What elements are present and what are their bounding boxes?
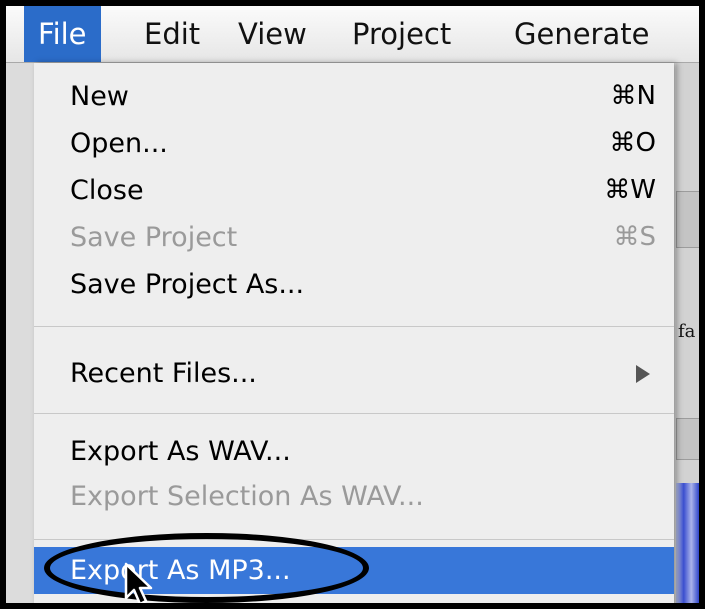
annotation-ellipse (44, 533, 369, 603)
menu-item-save-project: Save Project ⌘S (34, 214, 674, 261)
menu-item-label: Save Project As... (70, 269, 305, 300)
menu-item-label: Export As WAV... (70, 436, 291, 467)
menu-item-new[interactable]: New ⌘N (34, 73, 674, 120)
menubar-generate[interactable]: Generate (514, 6, 649, 62)
menu-item-recent-files[interactable]: Recent Files... (34, 350, 674, 397)
background-partial-text: fa (678, 321, 696, 342)
menubar-view[interactable]: View (238, 6, 307, 62)
menubar-project[interactable]: Project (352, 6, 451, 62)
menu-item-export-selection-wav: Export Selection As WAV... (34, 473, 674, 520)
menu-item-save-project-as[interactable]: Save Project As... (34, 261, 674, 308)
menu-separator (34, 413, 674, 414)
menu-item-label: Recent Files... (70, 358, 257, 389)
menu-item-label: Close (70, 175, 144, 206)
background-app-window: fa (676, 63, 699, 603)
menu-item-label: New (70, 81, 129, 112)
submenu-arrow-icon (636, 365, 650, 383)
background-waveform (676, 483, 699, 603)
menu-item-label: Export Selection As WAV... (70, 481, 424, 512)
menu-item-open[interactable]: Open... ⌘O (34, 120, 674, 167)
menubar-edit[interactable]: Edit (144, 6, 200, 62)
background-panel (676, 191, 699, 248)
menu-separator (34, 326, 674, 327)
menu-item-label: Open... (70, 128, 168, 159)
file-menu-dropdown: New ⌘N Open... ⌘O Close ⌘W Save Project … (34, 63, 674, 603)
screenshot-frame: fa File Edit View Project Generate New ⌘… (6, 6, 699, 603)
menu-bar: File Edit View Project Generate (6, 6, 699, 63)
background-panel (676, 418, 699, 460)
menubar-file[interactable]: File (24, 6, 101, 62)
mouse-pointer-icon (124, 562, 153, 603)
menu-item-shortcut: ⌘W (604, 175, 656, 205)
menu-item-shortcut: ⌘O (609, 128, 656, 158)
menu-item-label: Save Project (70, 222, 238, 253)
menu-item-export-wav[interactable]: Export As WAV... (34, 428, 674, 475)
menu-item-close[interactable]: Close ⌘W (34, 167, 674, 214)
menu-item-shortcut: ⌘N (610, 81, 656, 111)
menu-item-shortcut: ⌘S (613, 222, 656, 252)
